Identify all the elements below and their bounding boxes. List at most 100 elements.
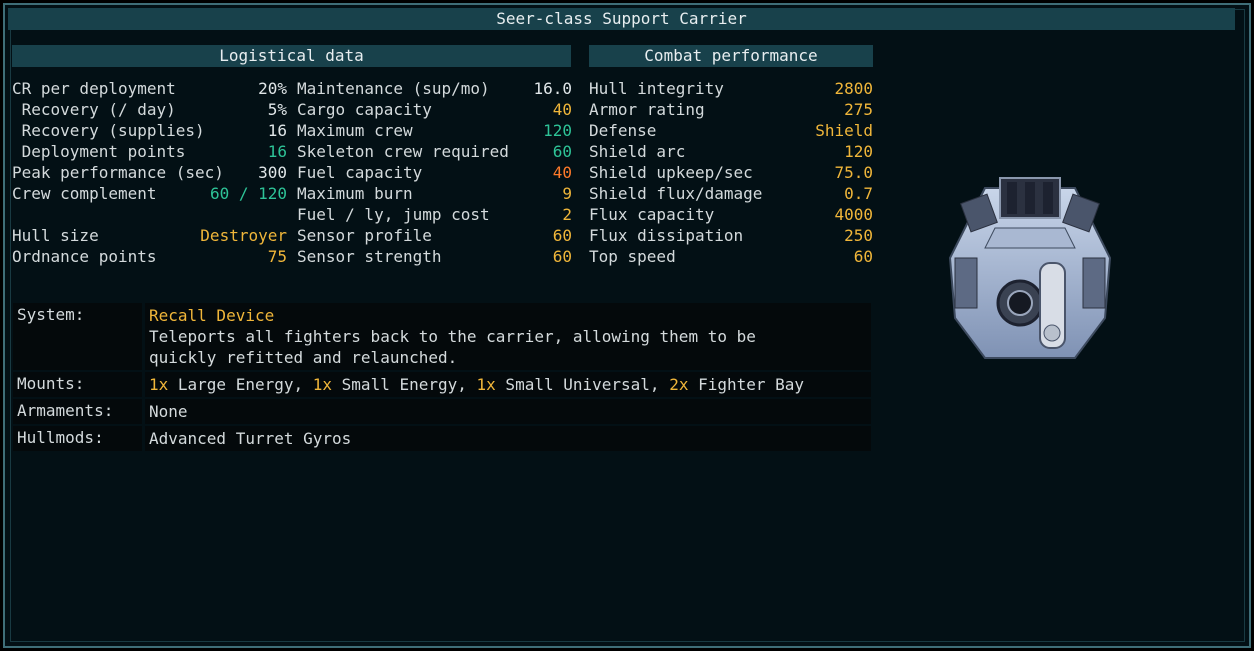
logistics-stat-value: 60	[552, 247, 572, 266]
logistics-stat-row: Crew complement 60 / 120	[12, 183, 287, 204]
combat-stat-row: Hull integrity 2800	[589, 78, 873, 99]
logistics-stat-row: CR per deployment 20%	[12, 78, 287, 99]
mounts-label: Mounts:	[13, 372, 142, 397]
mount-count: 1x	[476, 375, 496, 394]
logistics-stat-row: Maximum crew 120	[297, 120, 572, 141]
logistics-stat-label: Maximum crew	[297, 121, 413, 140]
logistics-stat-row: Sensor strength 60	[297, 246, 572, 267]
combat-stat-row: Top speed 60	[589, 246, 873, 267]
armaments-label: Armaments:	[13, 399, 142, 424]
hullmods-label: Hullmods:	[13, 426, 142, 451]
armaments-row: Armaments: None	[13, 399, 871, 424]
combat-stat-row: Shield arc 120	[589, 141, 873, 162]
logistics-stat-label: Maintenance (sup/mo)	[297, 79, 490, 98]
logistics-stat-row: Cargo capacity 40	[297, 99, 572, 120]
system-row: System: Recall Device Teleports all figh…	[13, 303, 871, 370]
combat-stat-label: Armor rating	[589, 100, 705, 119]
system-label: System:	[13, 303, 142, 370]
logistics-stat-row: Sensor profile 60	[297, 225, 572, 246]
combat-stat-row: Flux capacity 4000	[589, 204, 873, 225]
combat-stat-value: 60	[853, 247, 873, 266]
combat-stat-value: 75.0	[834, 163, 873, 182]
logistics-stat-label: Crew complement	[12, 184, 157, 203]
mounts-row: Mounts: 1x Large Energy, 1x Small Energy…	[13, 372, 871, 397]
combat-stat-value: 250	[844, 226, 873, 245]
hullmods-value: Advanced Turret Gyros	[145, 426, 871, 451]
combat-stat-row: Defense Shield	[589, 120, 873, 141]
logistics-stat-label: Peak performance (sec)	[12, 163, 224, 182]
combat-stat-row: Armor rating 275	[589, 99, 873, 120]
logistics-stat-row: Recovery (supplies) 16	[12, 120, 287, 141]
logistics-stat-value: 300	[258, 163, 287, 182]
logistics-stat-row: Hull size Destroyer	[12, 225, 287, 246]
info-table: System: Recall Device Teleports all figh…	[13, 303, 871, 453]
logistics-stat-label: Recovery (/ day)	[12, 100, 176, 119]
logistics-stat-value: 20%	[258, 79, 287, 98]
logistics-stat-label: Hull size	[12, 226, 99, 245]
system-name: Recall Device	[149, 306, 275, 325]
logistics-stat-value: 16	[267, 121, 287, 140]
combat-stat-value: 2800	[834, 79, 873, 98]
system-value: Recall Device Teleports all fighters bac…	[145, 303, 871, 370]
combat-stat-label: Flux capacity	[589, 205, 715, 224]
system-description: Teleports all fighters back to the carri…	[149, 327, 756, 367]
combat-stat-label: Shield arc	[589, 142, 686, 161]
logistics-stat-label: CR per deployment	[12, 79, 176, 98]
mount-name: Small Universal,	[495, 375, 670, 394]
logistics-stat-row: Maintenance (sup/mo) 16.0	[297, 78, 572, 99]
mount-count: 1x	[149, 375, 169, 394]
mount-name: Large Energy,	[168, 375, 313, 394]
mount-count: 2x	[669, 375, 689, 394]
logistics-stat-row: Ordnance points 75	[12, 246, 287, 267]
combat-stat-value: 120	[844, 142, 873, 161]
combat-stat-row: Flux dissipation 250	[589, 225, 873, 246]
combat-stat-row: Shield upkeep/sec 75.0	[589, 162, 873, 183]
combat-stat-value: 275	[844, 100, 873, 119]
mounts-value: 1x Large Energy, 1x Small Energy, 1x Sma…	[145, 372, 871, 397]
armaments-value: None	[145, 399, 871, 424]
logistics-stat-label: Sensor profile	[297, 226, 432, 245]
combat-stat-value: 0.7	[844, 184, 873, 203]
combat-stat-label: Shield upkeep/sec	[589, 163, 753, 182]
logistics-stat-value: 9	[562, 184, 572, 203]
logistics-stat-value: 16	[267, 142, 287, 161]
logistics-stat-row: Peak performance (sec) 300	[12, 162, 287, 183]
mount-name: Small Energy,	[332, 375, 477, 394]
logistics-stat-label: Cargo capacity	[297, 100, 432, 119]
mount-name: Fighter Bay	[688, 375, 805, 394]
logistics-stat-label: Ordnance points	[12, 247, 157, 266]
logistics-stat-row: Recovery (/ day) 5%	[12, 99, 287, 120]
combat-stat-row: Shield flux/damage 0.7	[589, 183, 873, 204]
logistics-stat-row: Maximum burn 9	[297, 183, 572, 204]
logistics-header: Logistical data	[12, 45, 571, 67]
logistics-stat-row: Fuel / ly, jump cost 2	[297, 204, 572, 225]
logistics-stat-label: Skeleton crew required	[297, 142, 509, 161]
combat-stat-label: Top speed	[589, 247, 676, 266]
logistics-stat-value: 16.0	[533, 79, 572, 98]
combat-stat-value: 4000	[834, 205, 873, 224]
combat-stat-label: Hull integrity	[589, 79, 724, 98]
logistics-stat-row	[12, 204, 287, 225]
mount-count: 1x	[312, 375, 333, 394]
logistics-stat-value: 40	[552, 163, 572, 182]
logistics-stat-row: Skeleton crew required 60	[297, 141, 572, 162]
logistics-stat-value: 60	[552, 226, 572, 245]
logistics-stat-value: 5%	[267, 100, 287, 119]
ship-title: Seer-class Support Carrier	[8, 8, 1235, 30]
logistics-stat-label: Maximum burn	[297, 184, 413, 203]
logistics-stat-label: Fuel capacity	[297, 163, 423, 182]
ship-sprite-icon	[948, 177, 1112, 359]
logistics-stat-value: 75	[267, 247, 287, 266]
logistics-stat-row: Deployment points 16	[12, 141, 287, 162]
combat-stat-value: Shield	[815, 121, 873, 140]
combat-header: Combat performance	[589, 45, 873, 67]
combat-stat-label: Shield flux/damage	[589, 184, 763, 203]
hullmods-row: Hullmods: Advanced Turret Gyros	[13, 426, 871, 451]
logistics-stat-value: 40	[552, 100, 572, 119]
logistics-stat-label: Deployment points	[12, 142, 186, 161]
logistics-stat-row: Fuel capacity 40	[297, 162, 572, 183]
logistics-stat-label: Fuel / ly, jump cost	[297, 205, 490, 224]
combat-stat-label: Defense	[589, 121, 657, 140]
logistics-stat-label: Sensor strength	[297, 247, 442, 266]
logistics-stat-value: 120	[543, 121, 572, 140]
